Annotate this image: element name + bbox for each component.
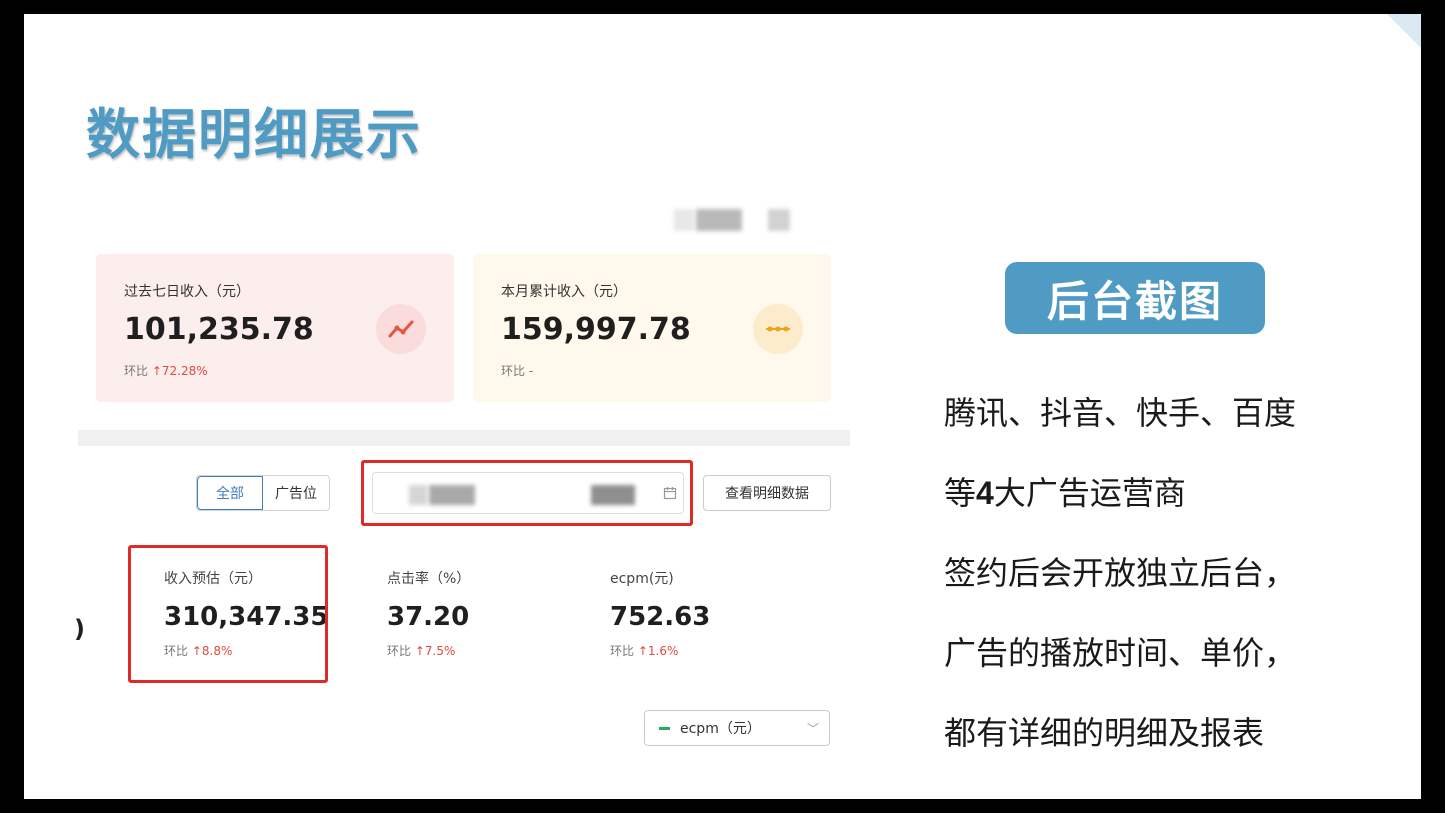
metric-label: ecpm(元) xyxy=(610,571,674,587)
legend-swatch xyxy=(659,726,670,730)
screenshot-badge: 后台截图 xyxy=(1005,262,1265,334)
series-select[interactable]: ecpm（元） ﹀ xyxy=(644,710,830,746)
chevron-down-icon: ﹀ xyxy=(806,721,819,736)
redacted-text xyxy=(674,209,694,231)
dashboard-screenshot: 过去七日收入（元） 101,235.78 环比 ↑72.28% 本月累计收入（元… xyxy=(74,204,854,764)
corner-decoration xyxy=(1387,14,1421,48)
description-line: 等4大广告运营商 xyxy=(944,474,1186,512)
truncated-value: ) xyxy=(74,615,85,643)
metric-click-rate: 点击率（%） 37.20 环比 ↑7.5% xyxy=(387,568,470,659)
series-select-value: ecpm（元） xyxy=(680,721,761,737)
slide: 数据明细展示 过去七日收入（元） 101,235.78 环比 ↑72.28% 本… xyxy=(24,14,1421,799)
card-compare: 环比 - xyxy=(501,364,534,378)
scope-segmented-control: 全部 广告位 xyxy=(196,475,330,511)
estimated-income-highlight xyxy=(128,545,328,683)
metric-label: 点击率（%） xyxy=(387,571,471,587)
metric-value: 37.20 xyxy=(387,602,470,632)
section-divider xyxy=(78,430,850,446)
monthly-income-card: 本月累计收入（元） 159,997.78 环比 - xyxy=(473,254,831,402)
description-line: 都有详细的明细及报表 xyxy=(944,714,1265,752)
flat-line-icon xyxy=(753,304,803,354)
description-line: 广告的播放时间、单价， xyxy=(944,634,1297,672)
card-value: 101,235.78 xyxy=(124,312,314,347)
redacted-text xyxy=(696,209,742,231)
date-range-picker[interactable] xyxy=(372,472,684,514)
date-range-highlight xyxy=(361,460,693,526)
card-label: 本月累计收入（元） xyxy=(501,284,627,300)
description-line: 腾讯、抖音、快手、百度 xyxy=(944,394,1297,432)
trend-line-icon xyxy=(376,304,426,354)
redacted-text xyxy=(429,485,475,505)
card-value: 159,997.78 xyxy=(501,312,691,347)
segment-ad-slot[interactable]: 广告位 xyxy=(263,476,329,510)
slide-title: 数据明细展示 xyxy=(86,103,422,166)
description-line: 签约后会开放独立后台， xyxy=(944,554,1297,592)
calendar-icon[interactable] xyxy=(663,485,677,504)
redacted-text xyxy=(409,485,427,505)
metric-ecpm: ecpm(元) 752.63 环比 ↑1.6% xyxy=(610,568,710,659)
redacted-text xyxy=(591,485,635,505)
view-detail-button[interactable]: 查看明细数据 xyxy=(703,475,831,511)
card-label: 过去七日收入（元） xyxy=(124,284,250,300)
metric-compare: 环比 ↑1.6% xyxy=(610,644,679,658)
metric-value: 752.63 xyxy=(610,602,711,632)
description: 腾讯、抖音、快手、百度 等4大广告运营商 签约后会开放独立后台， 广告的播放时间… xyxy=(944,384,1384,784)
card-compare: 环比 ↑72.28% xyxy=(124,364,208,378)
segment-all[interactable]: 全部 xyxy=(197,476,263,510)
metric-compare: 环比 ↑7.5% xyxy=(387,644,456,658)
redacted-text xyxy=(768,209,790,231)
weekly-income-card: 过去七日收入（元） 101,235.78 环比 ↑72.28% xyxy=(96,254,454,402)
